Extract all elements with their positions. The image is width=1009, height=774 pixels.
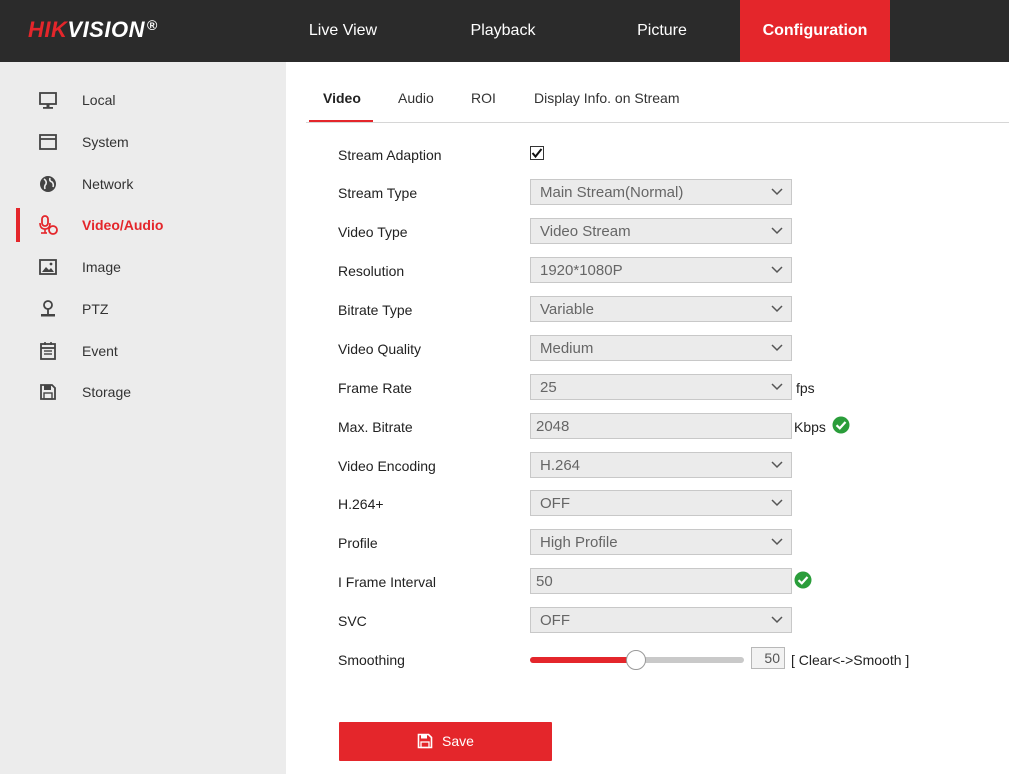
video-quality-label: Video Quality [338, 341, 422, 357]
sidebar-item-ptz[interactable]: PTZ [16, 290, 286, 328]
nav-picture[interactable]: Picture [607, 0, 717, 62]
bitrate-type-label: Bitrate Type [338, 302, 413, 318]
nav-live-view[interactable]: Live View [288, 0, 398, 62]
resolution-select[interactable]: 1920*1080P [530, 257, 792, 283]
chevron-down-icon [771, 616, 783, 624]
frame-rate-label: Frame Rate [338, 380, 412, 396]
sidebar-item-system[interactable]: System [16, 123, 286, 161]
video-type-select[interactable]: Video Stream [530, 218, 792, 244]
sidebar-item-label: Image [82, 259, 121, 275]
sidebar: Local System Network Video/Audio Image P… [0, 62, 286, 774]
chevron-down-icon [771, 461, 783, 469]
stream-type-label: Stream Type [338, 185, 418, 201]
hikvision-logo: HIKVISION ® [28, 17, 158, 42]
stream-type-select[interactable]: Main Stream(Normal) [530, 179, 792, 205]
profile-select[interactable]: High Profile [530, 529, 792, 555]
row-stream-type: Stream Type Main Stream(Normal) [338, 179, 998, 205]
row-stream-adaption: Stream Adaption [338, 141, 998, 167]
tab-display-info-on-stream[interactable]: Display Info. on Stream [534, 90, 680, 121]
svc-label: SVC [338, 613, 367, 629]
smoothing-slider-handle[interactable] [626, 650, 646, 670]
person-icon [41, 300, 55, 317]
chevron-down-icon [771, 188, 783, 196]
nav-playback[interactable]: Playback [448, 0, 558, 62]
row-svc: SVC OFF [338, 607, 998, 633]
microphone-icon [39, 215, 58, 235]
row-profile: Profile High Profile [338, 529, 998, 555]
sidebar-item-storage[interactable]: Storage [16, 373, 286, 411]
chevron-down-icon [771, 538, 783, 546]
i-frame-interval-label: I Frame Interval [338, 574, 437, 590]
row-max-bitrate: Max. Bitrate 2048 Kbps [338, 413, 998, 439]
video-type-label: Video Type [338, 224, 408, 240]
top-navigation-bar: HIKVISION ® Live View Playback Picture Co… [0, 0, 1009, 62]
sidebar-item-label: Event [82, 343, 118, 359]
svc-select[interactable]: OFF [530, 607, 792, 633]
video-encoding-select[interactable]: H.264 [530, 452, 792, 478]
chevron-down-icon [771, 499, 783, 507]
floppy-icon [417, 733, 433, 749]
save-button[interactable]: Save [339, 722, 552, 761]
row-bitrate-type: Bitrate Type Variable [338, 296, 998, 322]
row-video-type: Video Type Video Stream [338, 218, 998, 244]
chevron-down-icon [771, 227, 783, 235]
row-h264-plus: H.264+ OFF [338, 490, 998, 516]
sidebar-item-video-audio[interactable]: Video/Audio [16, 206, 286, 244]
row-resolution: Resolution 1920*1080P [338, 257, 998, 283]
h264-plus-select[interactable]: OFF [530, 490, 792, 516]
nav-configuration[interactable]: Configuration [740, 0, 890, 62]
sidebar-item-label: System [82, 134, 129, 150]
smoothing-hint: [ Clear<->Smooth ] [791, 652, 910, 668]
chevron-down-icon [771, 383, 783, 391]
video-quality-select[interactable]: Medium [530, 335, 792, 361]
tab-roi[interactable]: ROI [471, 90, 496, 121]
sidebar-item-label: Video/Audio [82, 217, 164, 233]
row-frame-rate: Frame Rate 25 fps [338, 374, 998, 400]
sidebar-item-local[interactable]: Local [16, 81, 286, 119]
max-bitrate-input[interactable]: 2048 [530, 413, 792, 439]
sidebar-item-event[interactable]: Event [16, 332, 286, 370]
row-video-encoding: Video Encoding H.264 [338, 452, 998, 478]
smoothing-label: Smoothing [338, 652, 405, 668]
globe-icon [40, 176, 56, 192]
chevron-down-icon [771, 344, 783, 352]
floppy-icon [40, 384, 56, 400]
smoothing-slider[interactable] [530, 650, 744, 670]
tab-video[interactable]: Video [309, 90, 373, 122]
chevron-down-icon [771, 305, 783, 313]
image-icon [39, 259, 57, 275]
save-label: Save [442, 733, 474, 749]
max-bitrate-unit: Kbps [794, 419, 826, 435]
max-bitrate-label: Max. Bitrate [338, 419, 413, 435]
i-frame-interval-input[interactable]: 50 [530, 568, 792, 594]
check-circle-icon [832, 416, 850, 434]
tab-audio[interactable]: Audio [398, 90, 434, 121]
video-encoding-label: Video Encoding [338, 458, 436, 474]
sidebar-item-label: PTZ [82, 301, 109, 317]
stream-adaption-checkbox[interactable] [530, 146, 544, 160]
resolution-label: Resolution [338, 263, 405, 279]
frame-rate-unit: fps [796, 380, 815, 396]
sidebar-item-network[interactable]: Network [16, 165, 286, 203]
row-smoothing: Smoothing 50 [ Clear<->Smooth ] [338, 646, 998, 672]
stream-adaption-label: Stream Adaption [338, 147, 442, 163]
bitrate-type-select[interactable]: Variable [530, 296, 792, 322]
smoothing-value-box[interactable]: 50 [751, 647, 785, 669]
tab-bar: Video Audio ROI Display Info. on Stream [306, 82, 1009, 123]
sidebar-item-label: Local [82, 92, 116, 108]
monitor-icon [39, 92, 57, 109]
window-icon [39, 134, 57, 150]
smoothing-slider-fill [530, 657, 636, 663]
profile-label: Profile [338, 535, 378, 551]
h264-plus-label: H.264+ [338, 496, 384, 512]
chevron-down-icon [771, 266, 783, 274]
frame-rate-select[interactable]: 25 [530, 374, 792, 400]
sidebar-item-label: Network [82, 176, 134, 192]
sidebar-item-image[interactable]: Image [16, 248, 286, 286]
row-video-quality: Video Quality Medium [338, 335, 998, 361]
calendar-icon [40, 342, 56, 360]
sidebar-item-label: Storage [82, 384, 132, 400]
row-i-frame-interval: I Frame Interval 50 [338, 568, 998, 594]
check-circle-icon [794, 571, 812, 589]
